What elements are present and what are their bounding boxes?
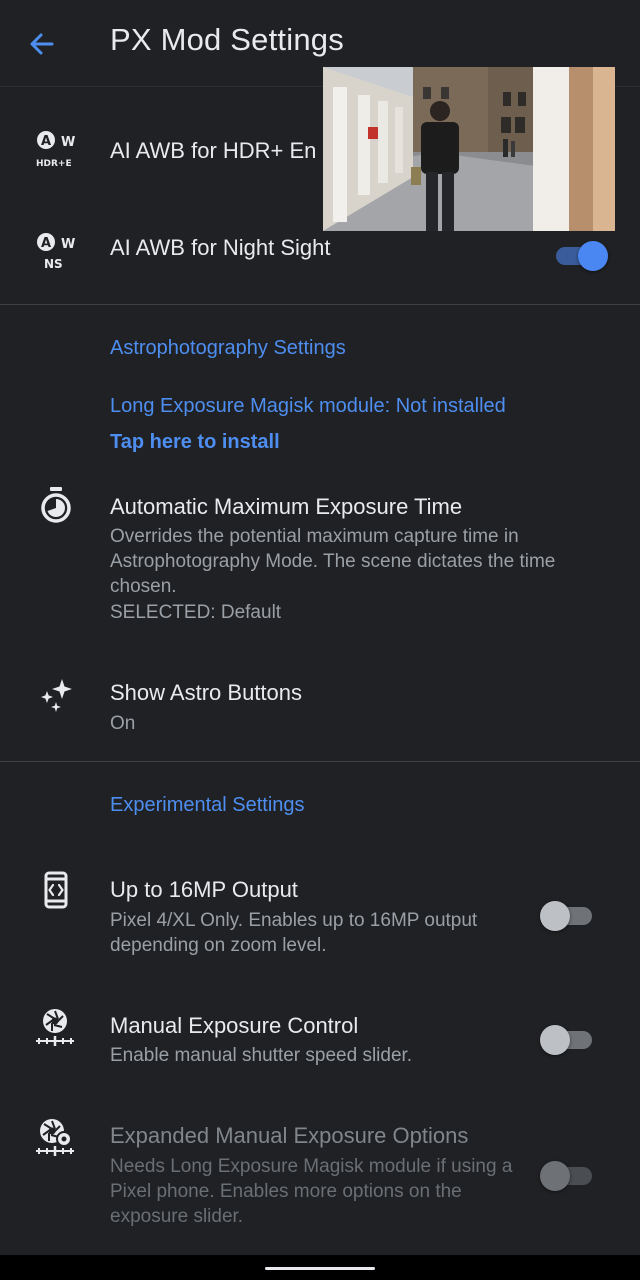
- max-exposure-title: Automatic Maximum Exposure Time: [110, 494, 463, 519]
- awb-ns-icon: A W NS: [37, 233, 75, 271]
- divider: [0, 304, 640, 305]
- module-status: Long Exposure Magisk module: Not install…: [110, 395, 506, 417]
- max-exposure-description: Overrides the potential maximum capture …: [110, 526, 556, 597]
- toggle-thumb: [578, 241, 608, 271]
- phone-code-icon: [44, 871, 68, 909]
- street-scene-image: [323, 67, 615, 231]
- system-nav-bar: [0, 1255, 640, 1280]
- experimental-section-header: Experimental Settings: [110, 794, 305, 816]
- awb-ns-toggle[interactable]: [552, 238, 608, 272]
- shutter-gear-icon: [36, 1119, 74, 1156]
- manual-exposure-row[interactable]: Manual Exposure Control Enable manual sh…: [0, 995, 640, 1085]
- sparkles-icon: [41, 679, 72, 712]
- toggle-thumb: [540, 1025, 570, 1055]
- svg-text:A: A: [41, 134, 51, 149]
- 16mp-output-toggle[interactable]: [540, 898, 596, 932]
- 16mp-output-row[interactable]: Up to 16MP Output Pixel 4/XL Only. Enabl…: [0, 860, 640, 970]
- expanded-exposure-toggle: [540, 1158, 596, 1192]
- shutter-slider-icon: [36, 1009, 74, 1046]
- page-title: PX Mod Settings: [110, 22, 344, 57]
- astro-section-header: Astrophotography Settings: [110, 337, 346, 359]
- svg-text:NS: NS: [44, 257, 63, 271]
- awb-ns-title: AI AWB for Night Sight: [110, 235, 331, 260]
- timer-icon: [41, 487, 71, 523]
- arrow-back-icon[interactable]: [24, 26, 60, 62]
- svg-text:A: A: [41, 236, 51, 251]
- svg-text:W: W: [61, 237, 75, 252]
- astro-buttons-value: On: [110, 713, 136, 734]
- expanded-exposure-title: Expanded Manual Exposure Options: [110, 1123, 469, 1148]
- astro-buttons-row[interactable]: Show Astro Buttons On: [0, 665, 640, 745]
- svg-text:HDR+E: HDR+E: [36, 159, 72, 169]
- awb-hdr-title: AI AWB for HDR+ En: [110, 138, 317, 163]
- divider: [0, 761, 640, 762]
- 16mp-output-description: Pixel 4/XL Only. Enables up to 16MP outp…: [110, 910, 478, 956]
- manual-exposure-title: Manual Exposure Control: [110, 1013, 359, 1038]
- manual-exposure-toggle[interactable]: [540, 1022, 596, 1056]
- astro-buttons-title: Show Astro Buttons: [110, 680, 302, 705]
- max-exposure-selected: SELECTED: Default: [110, 602, 282, 623]
- gesture-handle[interactable]: [265, 1267, 375, 1270]
- toggle-thumb: [540, 1161, 570, 1191]
- toggle-thumb: [540, 901, 570, 931]
- 16mp-output-title: Up to 16MP Output: [110, 877, 298, 902]
- expanded-exposure-description: Needs Long Exposure Magisk module if usi…: [110, 1156, 513, 1227]
- install-link[interactable]: Tap here to install: [110, 431, 280, 454]
- svg-text:W: W: [61, 135, 75, 150]
- awb-hdr-icon: A W HDR+E: [36, 131, 75, 169]
- camera-preview-thumbnail[interactable]: [323, 67, 615, 231]
- expanded-exposure-row: Expanded Manual Exposure Options Needs L…: [0, 1105, 640, 1235]
- max-exposure-row[interactable]: Automatic Maximum Exposure Time Override…: [0, 480, 640, 630]
